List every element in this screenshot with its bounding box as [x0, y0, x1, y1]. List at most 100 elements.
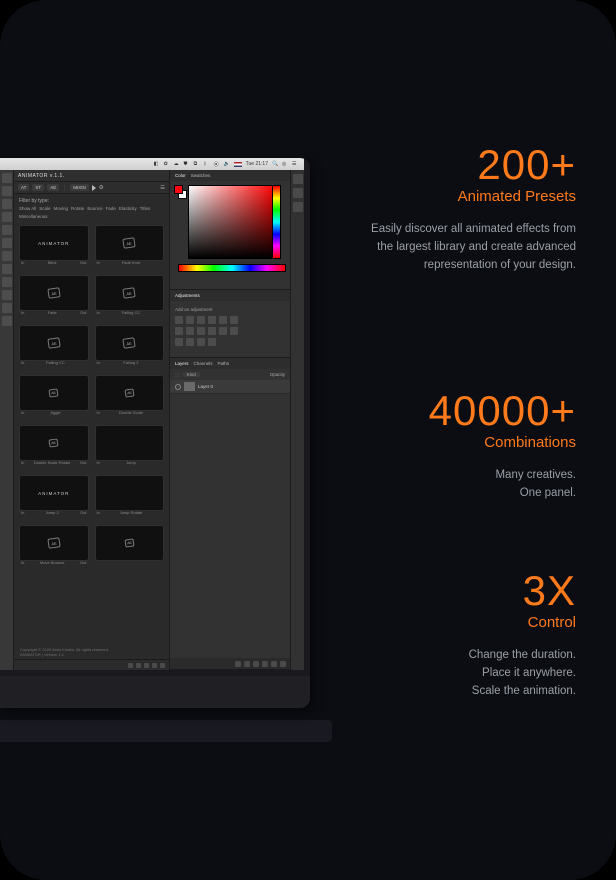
- status-icon[interactable]: [160, 663, 165, 668]
- tool-icon[interactable]: [2, 251, 12, 261]
- toolbar-st-button[interactable]: ST: [32, 184, 44, 191]
- menu-ico-cloud[interactable]: ☁: [174, 161, 180, 167]
- filter-tag[interactable]: Miscellaneous: [19, 214, 48, 219]
- hue-column[interactable]: [272, 185, 281, 259]
- toolbar-mixin-button[interactable]: MIXIN: [70, 184, 89, 191]
- layer-kind-select[interactable]: Kind: [183, 372, 200, 377]
- adj-icon[interactable]: [197, 338, 205, 346]
- preset-thumb[interactable]: InJump Rotate: [95, 475, 165, 511]
- layer-row[interactable]: Layer 0: [170, 380, 290, 394]
- layer-action-icon[interactable]: [253, 661, 259, 667]
- tool-icon[interactable]: [2, 225, 12, 235]
- promo-1-sub: Animated Presets: [366, 188, 576, 205]
- status-icon[interactable]: [128, 663, 133, 668]
- filter-tag[interactable]: Fade: [106, 206, 116, 211]
- menu-ico-spotlight[interactable]: 🔍: [272, 161, 278, 167]
- hue-strip[interactable]: [178, 264, 286, 272]
- tool-icon[interactable]: [2, 173, 12, 183]
- menu-ico-1[interactable]: ◧: [154, 161, 160, 167]
- preset-thumb[interactable]: AEInFalling CC: [19, 325, 89, 361]
- collapsed-panel-icon[interactable]: [293, 202, 303, 212]
- preset-thumb[interactable]: ANIMATORInJump 2Out: [19, 475, 89, 511]
- adj-icon[interactable]: [186, 327, 194, 335]
- filter-tag[interactable]: Bounce: [87, 206, 102, 211]
- adj-icon[interactable]: [208, 316, 216, 324]
- layer-action-icon[interactable]: [235, 661, 241, 667]
- fgbg-swatch[interactable]: [174, 185, 184, 199]
- menu-ico-bt[interactable]: ᛒ: [204, 161, 210, 167]
- filter-tag[interactable]: Moving: [54, 206, 69, 211]
- menubar-time[interactable]: Tue 21:17: [246, 161, 268, 167]
- tool-icon[interactable]: [2, 303, 12, 313]
- tool-icon[interactable]: [2, 290, 12, 300]
- collapsed-panel-icon[interactable]: [293, 174, 303, 184]
- tool-icon[interactable]: [2, 277, 12, 287]
- tool-icon[interactable]: [2, 199, 12, 209]
- adj-icon[interactable]: [175, 338, 183, 346]
- adj-icon[interactable]: [197, 327, 205, 335]
- preset-thumb[interactable]: AEInDouble Scale: [95, 375, 165, 411]
- preset-thumb[interactable]: ANIMATORInBlinkOut: [19, 225, 89, 261]
- adj-icon[interactable]: [230, 327, 238, 335]
- tab-paths[interactable]: Paths: [218, 361, 230, 366]
- adj-icon[interactable]: [175, 327, 183, 335]
- tab-color[interactable]: Color: [175, 173, 186, 178]
- menu-ico-dropbox[interactable]: ⧉: [194, 161, 200, 167]
- tool-icon[interactable]: [2, 212, 12, 222]
- tab-adjustments[interactable]: Adjustments: [175, 293, 200, 298]
- adj-icon[interactable]: [208, 338, 216, 346]
- menu-ico-siri[interactable]: ◎: [282, 161, 288, 167]
- layer-action-icon[interactable]: [244, 661, 250, 667]
- filter-tag[interactable]: Scale: [39, 206, 50, 211]
- adj-icon[interactable]: [208, 327, 216, 335]
- settings-icon[interactable]: ⚙: [99, 185, 104, 191]
- layer-action-icon[interactable]: [280, 661, 286, 667]
- menu-ico-2[interactable]: ✿: [164, 161, 170, 167]
- filter-tag[interactable]: Rotate: [71, 206, 84, 211]
- layer-action-icon[interactable]: [262, 661, 268, 667]
- layer-action-icon[interactable]: [271, 661, 277, 667]
- tool-icon[interactable]: [2, 238, 12, 248]
- adj-icon[interactable]: [186, 338, 194, 346]
- toolbar-at-button[interactable]: AT: [18, 184, 29, 191]
- adj-icon[interactable]: [230, 316, 238, 324]
- collapsed-panel-icon[interactable]: [293, 188, 303, 198]
- toolbar-ae-button[interactable]: AE: [47, 184, 59, 191]
- tab-swatches[interactable]: Swatches: [191, 173, 211, 178]
- tool-icon[interactable]: [2, 264, 12, 274]
- preset-thumb[interactable]: AEInMove BounceOut: [19, 525, 89, 561]
- adj-icon[interactable]: [219, 327, 227, 335]
- tool-icon[interactable]: [2, 186, 12, 196]
- play-icon[interactable]: [92, 185, 96, 191]
- preset-thumb[interactable]: AEInFalling 2: [95, 325, 165, 361]
- menu-ico-notif[interactable]: ☰: [292, 161, 298, 167]
- adj-icon[interactable]: [175, 316, 183, 324]
- color-picker[interactable]: [188, 185, 276, 259]
- adj-icon[interactable]: [197, 316, 205, 324]
- preset-thumb[interactable]: AEInFalling CC: [95, 275, 165, 311]
- preset-thumb[interactable]: InJump: [95, 425, 165, 461]
- preset-thumb[interactable]: AEInFade from: [95, 225, 165, 261]
- menu-ico-vol[interactable]: 🔈: [224, 161, 230, 167]
- adj-icon[interactable]: [219, 316, 227, 324]
- status-icon[interactable]: [144, 663, 149, 668]
- filter-tag[interactable]: Titles: [140, 206, 151, 211]
- toolbar-menu-icon[interactable]: ☰: [160, 185, 165, 191]
- menu-ico-wifi[interactable]: ⦿: [214, 161, 220, 167]
- preset-thumb[interactable]: AEInDouble Scale RotateOut: [19, 425, 89, 461]
- foreground-swatch[interactable]: [174, 185, 183, 194]
- tab-layers[interactable]: Layers: [175, 361, 189, 366]
- preset-thumb[interactable]: AEInFadeOut: [19, 275, 89, 311]
- status-icon[interactable]: [152, 663, 157, 668]
- tab-channels[interactable]: Channels: [194, 361, 213, 366]
- preset-thumb[interactable]: AEInJiggle: [19, 375, 89, 411]
- status-icon[interactable]: [136, 663, 141, 668]
- tool-icon[interactable]: [2, 316, 12, 326]
- adj-icon[interactable]: [186, 316, 194, 324]
- visibility-icon[interactable]: [175, 384, 181, 390]
- menu-ico-shield[interactable]: ⛊: [184, 161, 190, 167]
- filter-tag[interactable]: Elasticity: [119, 206, 137, 211]
- preset-thumb[interactable]: AE: [95, 525, 165, 561]
- filter-tag[interactable]: Show All: [19, 206, 36, 211]
- menu-flag-icon[interactable]: [234, 162, 242, 167]
